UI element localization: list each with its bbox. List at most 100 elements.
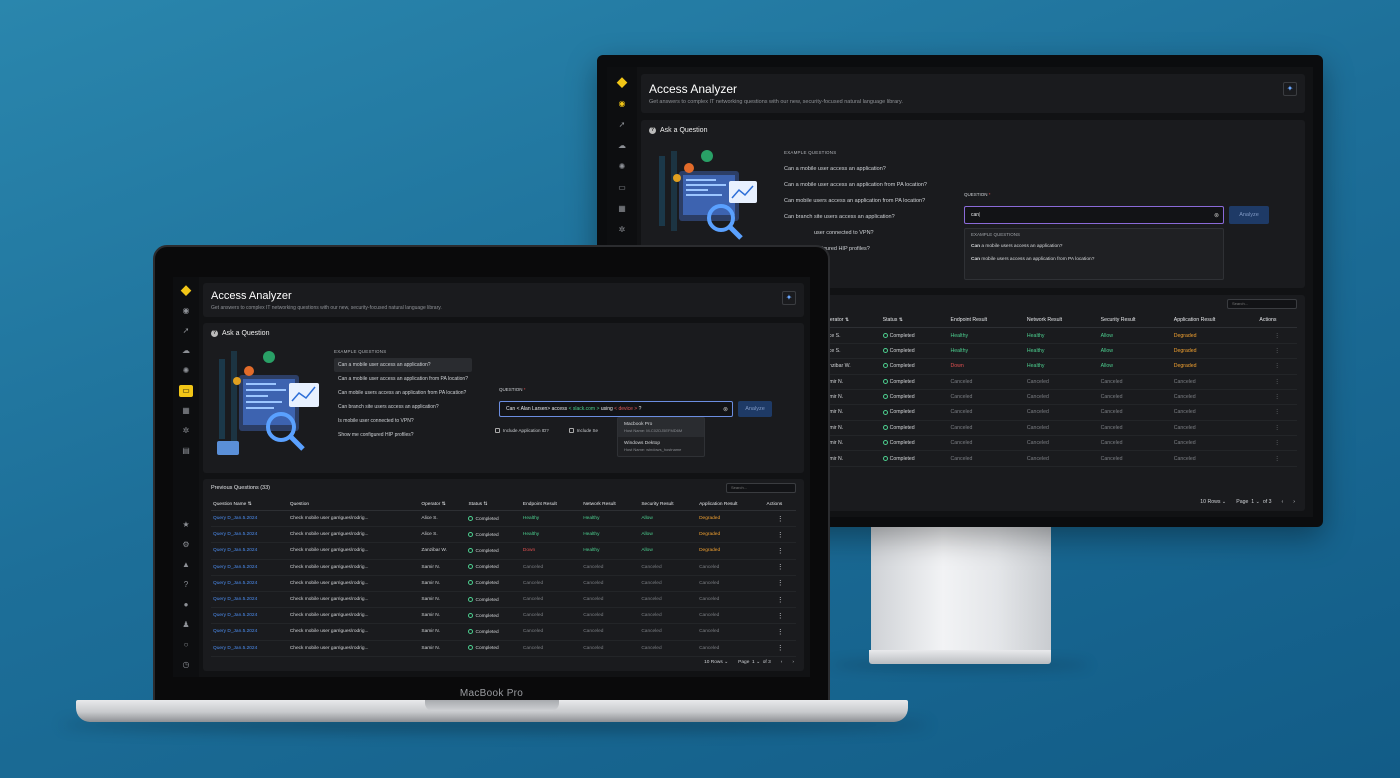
clock-icon[interactable]: ◷ <box>179 659 193 671</box>
table-row[interactable]: Samir N. Completed Canceled Canceled Cancele… <box>821 404 1297 421</box>
dashboard-icon[interactable]: ◉ <box>615 98 629 110</box>
suggestion-item[interactable]: Can a mobile users access an application… <box>965 240 1223 253</box>
ai-assist-button[interactable]: ✦ <box>782 291 796 305</box>
question-name-link[interactable]: Query D_Jan.5.2024 <box>211 542 288 560</box>
table-row[interactable]: Samir N. Completed Canceled Canceled Cancele… <box>821 420 1297 437</box>
row-actions-icon[interactable]: ⋮ <box>764 607 796 625</box>
table-row[interactable]: Samir N. Completed Canceled Canceled Cancele… <box>821 389 1297 406</box>
question-name-link[interactable]: Query D_Jan.5.2024 <box>211 559 288 576</box>
logo-icon[interactable]: ◆ <box>179 283 193 297</box>
access-analyzer-icon[interactable]: ▭ <box>179 385 193 397</box>
clear-icon[interactable]: ⊗ <box>723 406 728 413</box>
table-row[interactable]: Query D_Jan.5.2024 Check mobile user garr… <box>211 591 796 609</box>
example-question[interactable]: Can branch site users access an applicat… <box>784 209 927 225</box>
row-actions-icon[interactable]: ⋮ <box>764 591 796 609</box>
example-question[interactable]: Is mobile user connected to VPN? <box>334 414 472 428</box>
device-option[interactable]: Windows Dektop Host Name: windows_hostnam… <box>618 437 704 456</box>
chat-icon[interactable]: ● <box>179 599 193 611</box>
table-row[interactable]: Query D_Jan.5.2024 Check mobile user garr… <box>211 575 796 592</box>
user-icon[interactable]: ♟ <box>179 619 193 631</box>
settings-icon[interactable]: ✲ <box>179 425 193 437</box>
table-row[interactable]: Query D_Jan.5.2024 Check mobile user garr… <box>211 640 796 657</box>
next-page-icon[interactable]: › <box>792 660 794 665</box>
example-question[interactable]: user connected to VPN? <box>784 225 927 241</box>
row-actions-icon[interactable]: ⋮ <box>1257 343 1297 360</box>
row-actions-icon[interactable]: ⋮ <box>1257 435 1297 452</box>
search-input[interactable]: Search... <box>726 483 796 493</box>
table-row[interactable]: Alice S. Completed Healthy Healthy Allow Degr… <box>821 343 1297 360</box>
logo-icon[interactable]: ◆ <box>615 75 629 89</box>
example-question[interactable]: Can mobile users access an application f… <box>784 193 927 209</box>
rows-per-page[interactable]: 10 Rows ⌄ <box>704 660 728 665</box>
rows-per-page[interactable]: 10 Rows ⌄ <box>1200 499 1226 505</box>
table-row[interactable]: Query D_Jan.5.2024 Check mobile user garr… <box>211 559 796 576</box>
row-actions-icon[interactable]: ⋮ <box>1257 374 1297 390</box>
clear-icon[interactable]: ⊗ <box>1214 212 1219 219</box>
table-row[interactable]: Zanzibar W. Completed Down Healthy Allow Degr… <box>821 358 1297 375</box>
gear-icon[interactable]: ⚙ <box>179 539 193 551</box>
device-option[interactable]: Macbook Pro Host Name: M-C02DJ5EFMD6M <box>618 418 704 437</box>
example-question[interactable]: Can mobile users access an application f… <box>334 386 472 400</box>
table-row[interactable]: Query D_Jan.5.2024 Check mobile user garr… <box>211 526 796 544</box>
question-name-link[interactable]: Query D_Jan.5.2024 <box>211 591 288 609</box>
row-actions-icon[interactable]: ⋮ <box>1257 450 1297 467</box>
example-question[interactable]: Can a mobile user access an application? <box>784 161 927 177</box>
row-actions-icon[interactable]: ⋮ <box>764 559 796 576</box>
analyze-button[interactable]: Analyze <box>738 401 772 417</box>
question-name-link[interactable]: Query D_Jan.5.2024 <box>211 640 288 657</box>
question-name-link[interactable]: Query D_Jan.5.2024 <box>211 510 288 528</box>
report-icon[interactable]: ▤ <box>179 445 193 457</box>
column-header[interactable]: Question Name ⇅ <box>211 499 288 511</box>
row-actions-icon[interactable]: ⋮ <box>764 542 796 560</box>
include-app-id-checkbox[interactable]: Include Application ID? <box>495 428 549 434</box>
activity-icon[interactable]: ➚ <box>179 325 193 337</box>
circle-icon[interactable]: ○ <box>179 639 193 651</box>
dashboard-icon[interactable]: ◉ <box>179 305 193 317</box>
table-row[interactable]: Query D_Jan.5.2024 Check mobile user garr… <box>211 542 796 560</box>
example-question[interactable]: Can a mobile user access an application … <box>334 372 472 386</box>
apps-icon[interactable]: ▦ <box>615 203 629 215</box>
example-question[interactable]: Can a mobile user access an application … <box>784 177 927 193</box>
table-row[interactable]: Samir N. Completed Canceled Canceled Cancele… <box>821 435 1297 452</box>
column-header[interactable]: Operator ⇅ <box>419 499 467 511</box>
prev-page-icon[interactable]: ‹ <box>781 660 783 665</box>
prev-page-icon[interactable]: ‹ <box>1282 499 1284 505</box>
suggestion-item[interactable]: Can mobile users access an application f… <box>965 253 1223 266</box>
example-question[interactable]: Show me configured HIP profiles? <box>334 428 472 442</box>
row-actions-icon[interactable]: ⋮ <box>1257 420 1297 437</box>
analyze-button[interactable]: Analyze <box>1229 206 1269 224</box>
column-header[interactable]: Status ⇅ <box>880 313 949 329</box>
monitor-icon[interactable]: ▭ <box>615 182 629 194</box>
row-actions-icon[interactable]: ⋮ <box>764 575 796 592</box>
apps-icon[interactable]: ▦ <box>179 405 193 417</box>
table-row[interactable]: Query D_Jan.5.2024 Check mobile user garr… <box>211 510 796 528</box>
bug-icon[interactable]: ✺ <box>179 365 193 377</box>
table-row[interactable]: Query D_Jan.5.2024 Check mobile user garr… <box>211 623 796 641</box>
include-second-checkbox[interactable]: Include Se <box>568 428 598 434</box>
cloud-icon[interactable]: ☁ <box>615 140 629 152</box>
table-row[interactable]: Query D_Jan.5.2024 Check mobile user garr… <box>211 607 796 625</box>
question-name-link[interactable]: Query D_Jan.5.2024 <box>211 623 288 641</box>
question-input[interactable]: Can < Alan Larsen> access < slack.com > … <box>499 401 733 417</box>
question-input[interactable]: can | ⊗ <box>964 206 1224 224</box>
help-icon[interactable]: ? <box>179 579 193 591</box>
star-icon[interactable]: ★ <box>179 519 193 531</box>
row-actions-icon[interactable]: ⋮ <box>764 510 796 528</box>
table-row[interactable]: Samir N. Completed Canceled Canceled Cancele… <box>821 450 1297 467</box>
settings-icon[interactable]: ✲ <box>615 224 629 236</box>
next-page-icon[interactable]: › <box>1293 499 1295 505</box>
cloud-icon[interactable]: ☁ <box>179 345 193 357</box>
table-row[interactable]: Alice S. Completed Healthy Healthy Allow Degr… <box>821 327 1297 344</box>
page-selector[interactable]: Page 1 ⌄ of 3 <box>738 660 771 665</box>
row-actions-icon[interactable]: ⋮ <box>1257 358 1297 375</box>
row-actions-icon[interactable]: ⋮ <box>1257 404 1297 421</box>
page-selector[interactable]: Page 1 ⌄ of 3 <box>1236 499 1271 505</box>
question-name-link[interactable]: Query D_Jan.5.2024 <box>211 526 288 544</box>
row-actions-icon[interactable]: ⋮ <box>764 640 796 657</box>
bug-icon[interactable]: ✺ <box>615 161 629 173</box>
example-question[interactable]: Can a mobile user access an application? <box>334 358 472 372</box>
activity-icon[interactable]: ➚ <box>615 119 629 131</box>
search-input[interactable]: Search... <box>1227 299 1297 309</box>
bell-icon[interactable]: ▲ <box>179 559 193 571</box>
row-actions-icon[interactable]: ⋮ <box>1257 327 1297 344</box>
